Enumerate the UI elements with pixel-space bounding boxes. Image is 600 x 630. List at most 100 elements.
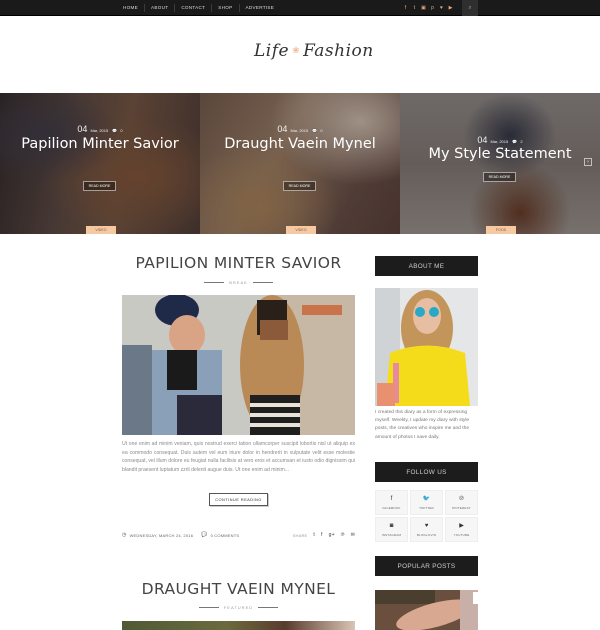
logo-text-left: Life	[254, 41, 290, 61]
follow-pinterest[interactable]: ℗ PINTEREST	[445, 490, 478, 515]
logo-flower-icon: ❀	[292, 46, 301, 56]
featured-slider: 04 Mar, 2015 💬 0 Papilion Minter Savior …	[0, 93, 600, 234]
popular-posts-widget-title: POPULAR POSTS	[375, 556, 478, 576]
top-bar: HOME ABOUT CONTACT SHOP ADVERTISE f t ▣ …	[0, 0, 600, 16]
slide-month: Mar, 2015	[490, 139, 509, 144]
follow-label: INSTAGRAM	[381, 532, 402, 537]
slide-title[interactable]: My Style Statement	[410, 145, 590, 163]
divider	[204, 282, 225, 283]
about-me-image	[375, 288, 478, 406]
popular-post-photo	[375, 590, 478, 630]
comment-icon: 💬	[511, 139, 518, 144]
slide-category[interactable]: VIDEO	[86, 226, 116, 234]
about-me-widget-title: ABOUT ME	[375, 256, 478, 276]
post-title[interactable]: PAPILION MINTER SAVIOR	[122, 254, 355, 272]
slide-category[interactable]: FOOD	[486, 226, 516, 234]
post-image[interactable]	[122, 295, 355, 435]
slide-category[interactable]: VIDEO	[286, 226, 316, 234]
post-category-label[interactable]: BREAK	[229, 280, 248, 285]
slide-day: 04	[277, 124, 288, 134]
slide[interactable]: 04 Mar, 2015 💬 2 My Style Statement READ…	[400, 93, 600, 234]
search-icon: ⌕	[468, 4, 472, 11]
slide-comments: 2	[520, 139, 523, 144]
share-bar: SHARE t f g+ ℗ ✉	[293, 532, 355, 538]
share-facebook-icon[interactable]: f	[321, 532, 323, 538]
search-button[interactable]: ⌕	[462, 0, 478, 16]
nav-about[interactable]: ABOUT	[145, 4, 176, 12]
facebook-icon: f	[390, 495, 393, 502]
follow-label: PINTEREST	[452, 505, 471, 510]
slide-comments: 0	[120, 128, 123, 133]
post-category-label[interactable]: FEATURED	[224, 605, 253, 610]
follow-label: BLOGLOVIN	[416, 532, 437, 537]
comment-icon: 💬	[201, 532, 208, 538]
post-comments-count: 0 COMMENTS	[210, 532, 240, 538]
facebook-icon[interactable]: f	[403, 0, 408, 16]
slide-day: 04	[477, 135, 488, 145]
logo-text-right: Fashion	[303, 41, 374, 61]
share-label: SHARE	[292, 532, 308, 538]
slide-title[interactable]: Papilion Minter Savior	[10, 135, 190, 153]
continue-reading-button[interactable]: CONTINUE READING	[209, 493, 268, 506]
share-pinterest-icon[interactable]: ℗	[341, 532, 345, 538]
post-footer: ◷ WEDNESDAY, MARCH 24, 2016 💬 0 COMMENTS…	[122, 531, 355, 539]
divider	[252, 282, 273, 283]
bloglovin-icon[interactable]: ♥	[439, 0, 444, 16]
instagram-icon: ◙	[389, 522, 394, 529]
post-comments[interactable]: 💬 0 COMMENTS	[201, 532, 239, 538]
follow-bloglovin[interactable]: ♥ BLOGLOVIN	[410, 517, 443, 542]
follow-instagram[interactable]: ◙ INSTAGRAM	[375, 517, 408, 542]
twitter-icon: 🐦	[422, 495, 431, 502]
follow-facebook[interactable]: f FACEBOOK	[375, 490, 408, 515]
bloglovin-icon: ♥	[424, 522, 429, 529]
youtube-icon[interactable]: ▶	[448, 0, 453, 16]
read-more-button[interactable]: READ MORE	[83, 181, 116, 191]
nav-advertise[interactable]: ADVERTISE	[240, 4, 281, 12]
follow-youtube[interactable]: ▶ YOUTUBE	[445, 517, 478, 542]
slide-month: Mar, 2015	[90, 128, 109, 133]
post-image-art	[122, 295, 355, 435]
site-logo[interactable]: Life ❀ Fashion	[254, 41, 374, 61]
popular-post-image[interactable]	[375, 590, 478, 630]
read-more-button[interactable]: READ MORE	[483, 172, 516, 182]
instagram-icon[interactable]: ▣	[421, 0, 426, 16]
post-date: WEDNESDAY, MARCH 24, 2016	[129, 532, 194, 538]
share-google-plus-icon[interactable]: g+	[329, 532, 335, 538]
follow-twitter[interactable]: 🐦 TWITTER	[410, 490, 443, 515]
share-email-icon[interactable]: ✉	[351, 532, 355, 538]
read-more-button[interactable]: READ MORE	[283, 181, 316, 191]
slide-comments: 0	[320, 128, 323, 133]
slide-meta: 04 Mar, 2015 💬 0	[200, 124, 400, 134]
slide-title[interactable]: Draught Vaein Mynel	[210, 135, 390, 153]
site-header: Life ❀ Fashion	[0, 16, 600, 93]
nav-shop[interactable]: SHOP	[212, 4, 240, 12]
follow-label: FACEBOOK	[382, 505, 401, 510]
post-image[interactable]	[122, 621, 355, 630]
youtube-icon: ▶	[459, 522, 464, 529]
about-me-text: I created this diary as a form of expres…	[375, 410, 470, 440]
follow-label: TWITTER	[419, 505, 434, 510]
social-links: f t ▣ p ♥ ▶	[403, 0, 453, 16]
share-twitter-icon[interactable]: t	[313, 532, 315, 538]
post-excerpt: Ut one enim ad minim veniam, quis nostru…	[122, 441, 355, 473]
slide[interactable]: 04 Mar, 2015 💬 0 Papilion Minter Savior …	[0, 93, 200, 234]
pinterest-icon[interactable]: p	[430, 0, 435, 16]
comment-icon: 💬	[111, 128, 118, 133]
nav-contact[interactable]: CONTACT	[175, 4, 213, 12]
follow-label: YOUTUBE	[453, 532, 470, 537]
slide-day: 04	[77, 124, 88, 134]
post-category: FEATURED	[122, 605, 355, 610]
about-me-photo	[375, 288, 478, 406]
twitter-icon[interactable]: t	[412, 0, 417, 16]
clock-icon: ◷	[122, 532, 127, 538]
post-title[interactable]: DRAUGHT VAEIN MYNEL	[122, 580, 355, 598]
slider-next-button[interactable]: ›	[584, 158, 592, 166]
slide-meta: 04 Mar, 2015 💬 2	[400, 135, 600, 145]
divider	[198, 607, 219, 608]
nav-home[interactable]: HOME	[117, 4, 145, 12]
divider	[258, 607, 279, 608]
follow-us-grid: f FACEBOOK 🐦 TWITTER ℗ PINTEREST ◙ INSTA…	[375, 490, 478, 542]
main-nav: HOME ABOUT CONTACT SHOP ADVERTISE	[117, 0, 280, 16]
comment-icon: 💬	[311, 128, 318, 133]
slide[interactable]: 04 Mar, 2015 💬 0 Draught Vaein Mynel REA…	[200, 93, 400, 234]
